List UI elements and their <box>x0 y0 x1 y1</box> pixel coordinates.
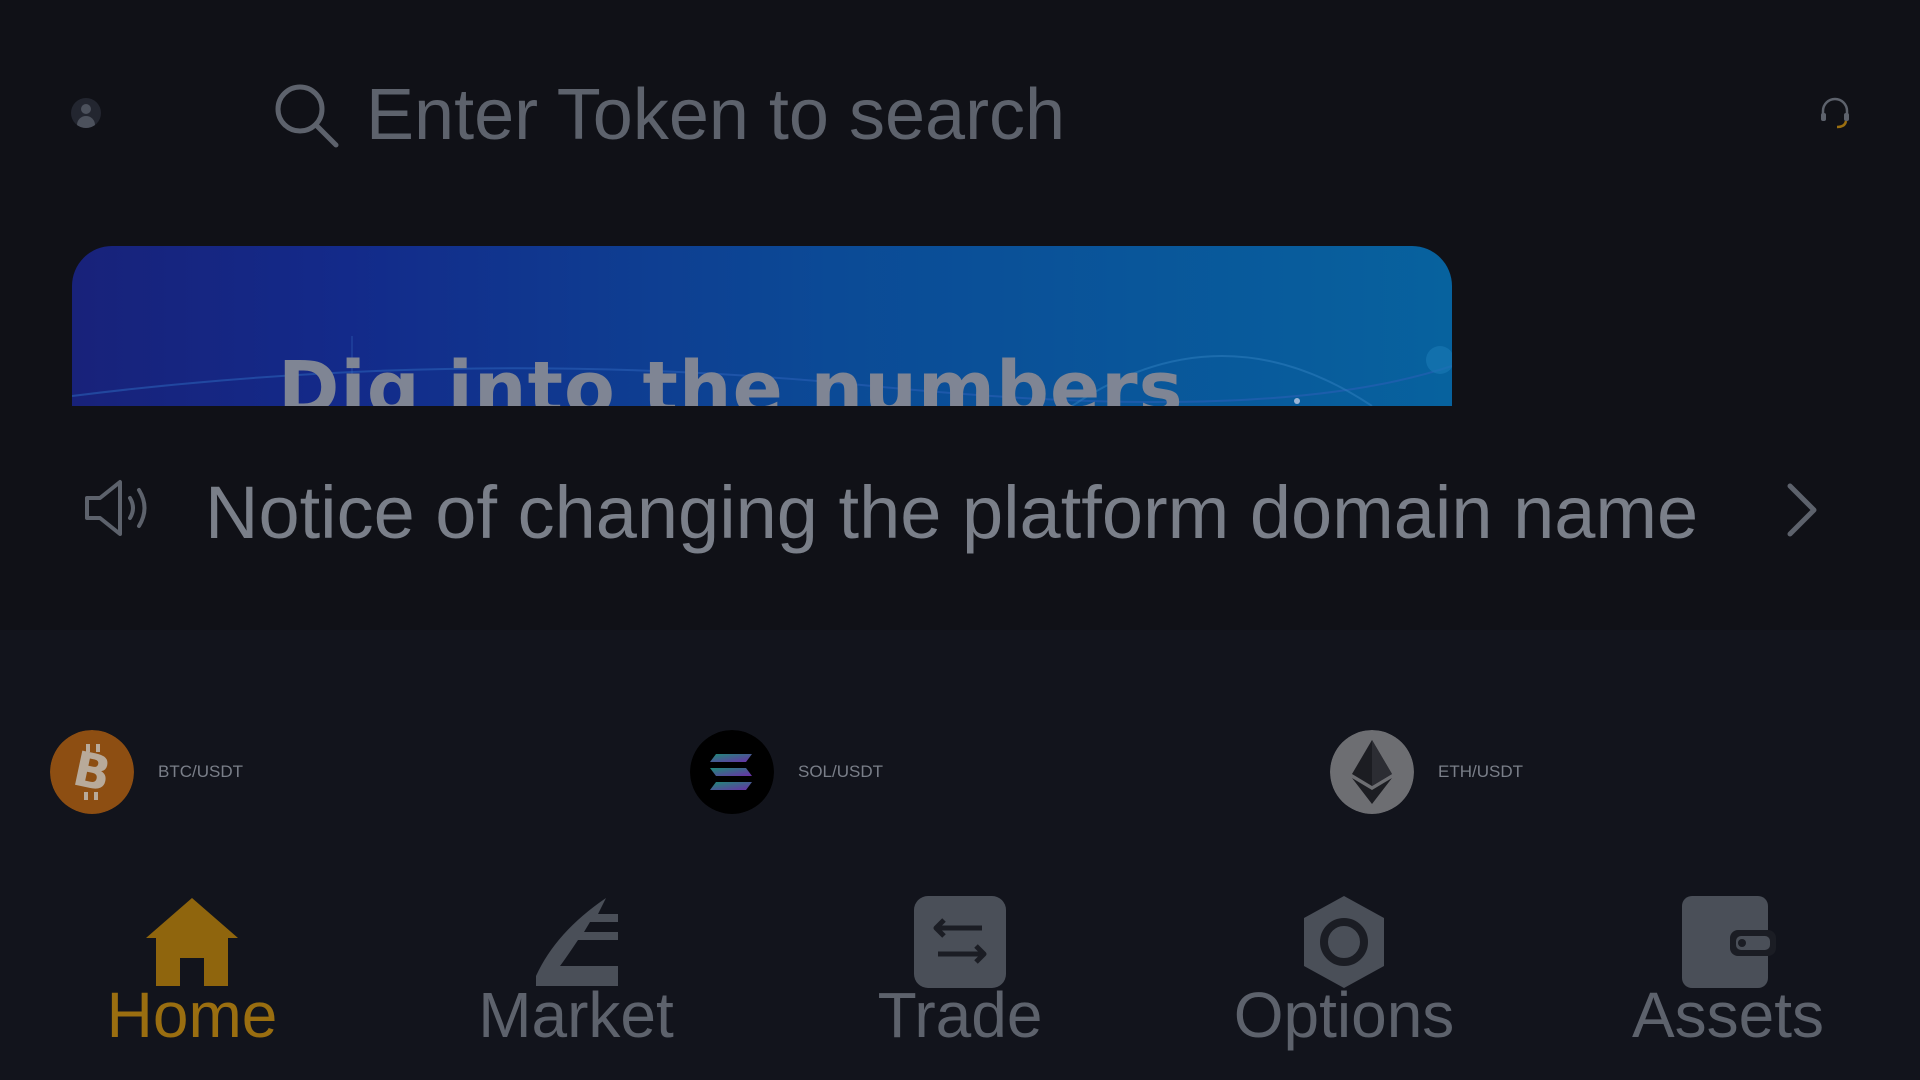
search-bar[interactable] <box>270 70 1470 160</box>
lower-panel: B BTC/USDT SOL/USDT ETH/USDT Home Market… <box>0 630 1920 1080</box>
solana-icon <box>690 730 774 814</box>
ethereum-icon <box>1330 730 1414 814</box>
home-icon <box>146 898 238 986</box>
options-icon <box>1304 896 1384 988</box>
search-input[interactable] <box>366 74 1366 156</box>
nav-label: Assets <box>1631 979 1825 1051</box>
bottom-nav: Home Market Trade Options Assets <box>0 860 1920 1080</box>
nav-label: Trade <box>877 979 1043 1051</box>
nav-label: Home <box>106 979 278 1051</box>
avatar-icon[interactable] <box>71 98 101 128</box>
banner-title: Dig into the numbers <box>278 346 1184 406</box>
customer-service-icon[interactable] <box>1818 96 1852 130</box>
nav-item-market[interactable]: Market <box>396 860 756 1080</box>
nav-label: Market <box>478 979 674 1051</box>
bitcoin-icon: B <box>50 730 134 814</box>
ticker-pair-label: BTC/USDT <box>158 762 243 781</box>
nav-item-trade[interactable]: Trade <box>780 860 1140 1080</box>
wallet-icon <box>1682 896 1776 988</box>
notice-bar[interactable]: Notice of changing the platform domain n… <box>0 450 1920 570</box>
nav-item-home[interactable]: Home <box>12 860 372 1080</box>
header <box>0 0 1920 225</box>
market-icon <box>536 898 618 986</box>
nav-item-assets[interactable]: Assets <box>1548 860 1908 1080</box>
trade-icon <box>914 896 1006 988</box>
ticker-row: B BTC/USDT SOL/USDT ETH/USDT <box>0 730 1920 814</box>
chevron-right-icon[interactable] <box>1782 480 1822 540</box>
nav-label: Options <box>1233 979 1455 1051</box>
ticker-btc[interactable]: B BTC/USDT <box>50 730 243 814</box>
app: Dig into the numbers Notice of changing … <box>0 0 1920 1080</box>
ticker-eth[interactable]: ETH/USDT <box>1330 730 1523 814</box>
ticker-sol[interactable]: SOL/USDT <box>690 730 883 814</box>
nav-item-options[interactable]: Options <box>1164 860 1524 1080</box>
ticker-pair-label: ETH/USDT <box>1438 762 1523 781</box>
ticker-pair-label: SOL/USDT <box>798 762 884 781</box>
search-icon <box>275 84 339 148</box>
speaker-icon <box>85 480 147 536</box>
promo-banner[interactable]: Dig into the numbers <box>72 246 1452 406</box>
notice-text[interactable]: Notice of changing the platform domain n… <box>205 470 1720 560</box>
